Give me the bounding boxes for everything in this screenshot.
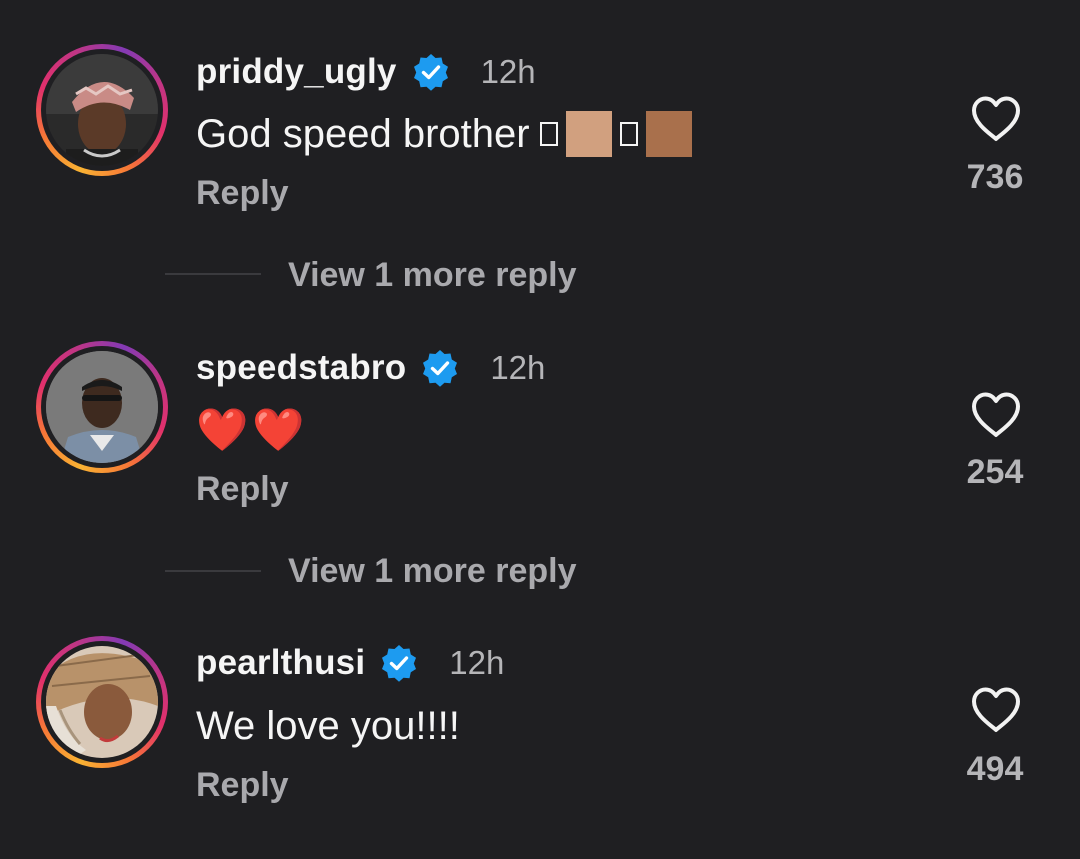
like-count: 254 [966,453,1024,491]
timestamp: 12h [449,644,505,681]
reply-button[interactable]: Reply [196,470,289,509]
comment-header: speedstabro 12h [196,343,545,393]
missing-glyph-icon [619,122,638,146]
comment-text: ❤️❤️ [196,400,309,460]
comment-header: priddy_ugly 12h [196,47,536,97]
view-more-replies-button[interactable]: View 1 more reply [288,256,577,295]
like-count: 736 [966,158,1024,196]
view-more-replies-button[interactable]: View 1 more reply [288,552,577,591]
timestamp: 12h [480,53,536,90]
replies-divider [165,273,261,275]
missing-glyph-icon [539,122,558,146]
verified-badge-icon [423,350,458,387]
comment-body: God speed brother [196,111,530,156]
username[interactable]: priddy_ugly [196,52,397,92]
timestamp: 12h [490,349,546,386]
heart-outline-icon[interactable] [970,391,1022,439]
verified-badge-icon [382,645,417,682]
heart-outline-icon[interactable] [970,686,1022,734]
reply-button[interactable]: Reply [196,766,289,805]
comment-text: We love you!!!! [196,696,460,756]
avatar-story-ring[interactable] [36,341,168,473]
avatar-story-ring[interactable] [36,44,168,176]
avatar [46,54,158,166]
comment-body: ❤️❤️ [196,405,309,453]
verified-badge-icon [413,54,448,91]
like-count: 494 [966,750,1024,788]
skin-tone-swatch-icon [565,111,612,157]
username[interactable]: pearlthusi [196,643,365,683]
avatar [46,351,158,463]
avatar-story-ring[interactable] [36,636,168,768]
reply-button[interactable]: Reply [196,174,289,213]
skin-tone-swatch-icon [645,111,692,157]
username[interactable]: speedstabro [196,348,406,388]
heart-outline-icon[interactable] [970,95,1022,143]
comment-header: pearlthusi 12h [196,638,504,688]
comment-body: We love you!!!! [196,703,460,748]
avatar [46,646,158,758]
comment-text: God speed brother [196,104,696,164]
replies-divider [165,570,261,572]
